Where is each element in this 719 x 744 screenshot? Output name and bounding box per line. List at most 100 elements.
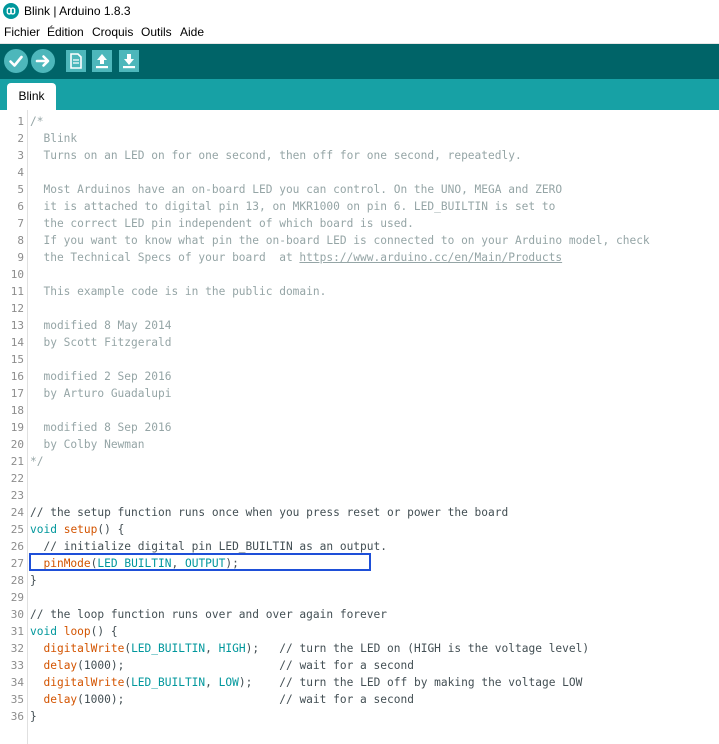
code-line: // the loop function runs over and over … (30, 606, 650, 623)
line-number: 21 (10, 455, 24, 468)
code-line: Most Arduinos have an on-board LED you c… (30, 181, 650, 198)
line-number: 2 (17, 132, 24, 145)
line-number: 13 (10, 319, 24, 332)
code-line: the correct LED pin independent of which… (30, 215, 650, 232)
code-token: by Arturo Guadalupi (30, 387, 172, 400)
code-token: If you want to know what pin the on-boar… (30, 234, 650, 247)
code-line: } (30, 572, 650, 589)
tab-blink[interactable]: Blink (7, 83, 56, 110)
line-number: 31 (10, 625, 24, 638)
line-number: 26 (10, 540, 24, 553)
line-number: 12 (10, 302, 24, 315)
code-token: setup (63, 523, 98, 536)
code-line: If you want to know what pin the on-boar… (30, 232, 650, 249)
line-number: 17 (10, 387, 24, 400)
code-line: // initialize digital pin LED_BUILTIN as… (30, 538, 650, 555)
menu-bar: Fichier Édition Croquis Outils Aide (0, 22, 719, 44)
code-token: ); // turn the LED on (HIGH is the volta… (245, 642, 590, 655)
arduino-logo-icon (3, 3, 19, 19)
code-token: , (205, 642, 219, 655)
code-token: LED_BUILTIN (131, 642, 206, 655)
open-button[interactable] (92, 50, 112, 72)
upload-button[interactable] (31, 49, 55, 73)
line-number: 9 (17, 251, 24, 264)
code-token: by Colby Newman (30, 438, 145, 451)
code-token: This example code is in the public domai… (30, 285, 327, 298)
code-token: Blink (30, 132, 78, 145)
code-line: digitalWrite(LED_BUILTIN, HIGH); // turn… (30, 640, 650, 657)
open-icon (96, 54, 108, 69)
code-token: // initialize digital pin LED_BUILTIN as… (30, 540, 387, 553)
code-token: , (171, 557, 185, 570)
code-token: () { (90, 625, 118, 638)
code-area[interactable]: /* Blink Turns on an LED on for one seco… (30, 113, 650, 725)
code-line: modified 8 May 2014 (30, 317, 650, 334)
code-token: Most Arduinos have an on-board LED you c… (30, 183, 563, 196)
code-line: modified 2 Sep 2016 (30, 368, 650, 385)
line-number: 33 (10, 659, 24, 672)
line-number: 23 (10, 489, 24, 502)
code-token: it is attached to digital pin 13, on MKR… (30, 200, 556, 213)
code-editor[interactable]: 1 2 3 4 5 6 7 8 9 10 11 12 13 14 15 16 17 18 19 20 21 22 23 24 2… (0, 110, 719, 744)
line-number: 6 (17, 200, 24, 213)
line-number: 30 (10, 608, 24, 621)
code-token: void (30, 523, 57, 536)
code-line: delay(1000); // wait for a second (30, 691, 650, 708)
code-line: void loop() { (30, 623, 650, 640)
code-line: Blink (30, 130, 650, 147)
verify-button[interactable] (4, 49, 28, 73)
toolbar (0, 44, 719, 79)
menu-aide[interactable]: Aide (180, 25, 204, 39)
new-icon (70, 53, 82, 69)
gutter-divider (27, 110, 28, 744)
code-line: // the setup function runs once when you… (30, 504, 650, 521)
verify-icon (9, 55, 23, 67)
code-token: digitalWrite (43, 676, 125, 689)
code-line: digitalWrite(LED_BUILTIN, LOW); // turn … (30, 674, 650, 691)
menu-croquis[interactable]: Croquis (92, 25, 133, 39)
code-token: delay (43, 693, 78, 706)
line-number: 19 (10, 421, 24, 434)
code-token: LED_BUILTIN (131, 676, 206, 689)
line-number: 7 (17, 217, 24, 230)
code-token: , (205, 676, 219, 689)
code-token: delay (43, 659, 78, 672)
new-button[interactable] (66, 50, 86, 72)
code-token: // the setup function runs once when you… (30, 506, 509, 519)
line-number: 10 (10, 268, 24, 281)
window-title: Blink | Arduino 1.8.3 (24, 4, 131, 18)
line-number: 11 (10, 285, 24, 298)
line-number: 5 (17, 183, 24, 196)
menu-fichier[interactable]: Fichier (4, 25, 40, 39)
menu-outils[interactable]: Outils (141, 25, 172, 39)
code-token: the Technical Specs of your board at (30, 251, 300, 264)
menu-edition[interactable]: Édition (47, 25, 84, 39)
line-number: 18 (10, 404, 24, 417)
code-token: HIGH (218, 642, 246, 655)
line-number: 16 (10, 370, 24, 383)
code-token: () { (97, 523, 125, 536)
line-number: 4 (17, 166, 24, 179)
code-token: OUTPUT (184, 557, 226, 570)
code-token: by Scott Fitzgerald (30, 336, 172, 349)
line-number: 25 (10, 523, 24, 536)
line-number: 20 (10, 438, 24, 451)
code-token: pinMode (43, 557, 91, 570)
save-button[interactable] (119, 50, 139, 72)
code-line: by Colby Newman (30, 436, 650, 453)
line-number: 29 (10, 591, 24, 604)
code-token: digitalWrite (43, 642, 125, 655)
code-token: modified 8 Sep 2016 (30, 421, 172, 434)
title-bar: Blink | Arduino 1.8.3 (0, 0, 719, 22)
code-link[interactable]: https://www.arduino.cc/en/Main/Products (299, 251, 562, 264)
